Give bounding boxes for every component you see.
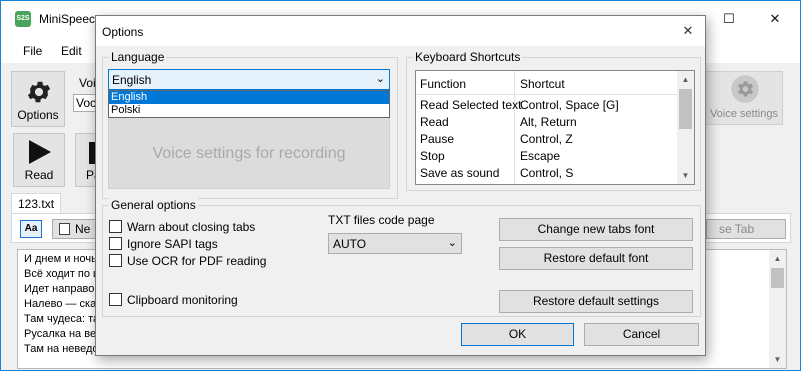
scroll-up-icon[interactable]: ▲ <box>769 250 786 267</box>
dialog-title: Options <box>102 25 144 39</box>
cell-shortcut: Control, S <box>520 166 574 180</box>
table-row[interactable]: Stop Escape <box>416 147 678 164</box>
chevron-down-icon: ⌄ <box>447 237 457 249</box>
language-dropdown-list: English Polski <box>108 90 390 118</box>
cell-function: Read <box>420 115 449 129</box>
language-option-english[interactable]: English <box>109 91 389 104</box>
cell-function: Save as sound <box>420 166 500 180</box>
checkbox-label: Warn about closing tabs <box>127 220 256 234</box>
text-line: Русалка на вет <box>24 328 101 340</box>
close-window-button[interactable]: ✕ <box>752 1 798 37</box>
text-line: Всё ходит по ц <box>24 268 100 280</box>
language-select[interactable]: English ⌄ <box>108 69 390 90</box>
column-header-function[interactable]: Function <box>420 77 466 91</box>
text-line: И днем и ночью <box>24 253 106 265</box>
pause-button[interactable]: Pa <box>75 133 101 187</box>
chevron-down-icon: ⌄ <box>375 73 385 85</box>
cell-function: Pause <box>420 132 455 146</box>
checkbox-box[interactable] <box>109 254 122 267</box>
maximize-button[interactable]: ☐ <box>706 1 752 37</box>
cell-shortcut: Alt, Return <box>520 115 577 129</box>
text-line: Идет направо – <box>24 283 104 295</box>
scroll-thumb[interactable] <box>771 268 784 288</box>
keyboard-shortcuts-label: Keyboard Shortcuts <box>413 50 523 64</box>
font-button[interactable]: Aa <box>20 220 42 238</box>
checkbox-label: Clipboard monitoring <box>127 293 238 307</box>
options-label: Options <box>17 108 59 122</box>
dialog-titlebar: Options ✕ <box>96 16 705 46</box>
close-tab-button[interactable]: se Tab <box>706 219 786 239</box>
cancel-button[interactable]: Cancel <box>584 323 699 346</box>
table-row[interactable]: Read Selected text Control, Space [G] <box>416 96 678 113</box>
cell-shortcut: Control, Z <box>520 132 573 146</box>
cell-function: Stop <box>420 149 445 163</box>
cell-function: Read Selected text <box>420 98 522 112</box>
gear-icon <box>27 81 51 103</box>
table-row[interactable]: Pause Control, Z <box>416 130 678 147</box>
new-tab-label: Ne <box>75 222 91 236</box>
language-group-label: Language <box>109 50 167 64</box>
shortcuts-table[interactable]: Function Shortcut Read Selected text Con… <box>415 70 695 185</box>
txt-code-page-value: AUTO <box>333 237 367 251</box>
document-scrollbar[interactable]: ▲ ▼ <box>769 250 786 368</box>
text-line: Там чудеса: та <box>24 313 100 325</box>
document-tab[interactable]: 123.txt <box>11 193 61 213</box>
menu-edit[interactable]: Edit <box>61 44 82 58</box>
ok-button[interactable]: OK <box>461 323 574 346</box>
read-button[interactable]: Read <box>13 133 65 187</box>
new-tab-icon <box>59 223 70 235</box>
menu-file[interactable]: File <box>23 44 42 58</box>
language-option-polski[interactable]: Polski <box>109 104 389 117</box>
checkbox-label: Use OCR for PDF reading <box>127 254 267 268</box>
options-dialog: Options ✕ Language Voice settings for re… <box>95 15 706 356</box>
app-title: MiniSpeec <box>39 12 96 26</box>
voice-label: Voi <box>79 76 96 90</box>
voice-select[interactable]: Voca <box>73 94 97 112</box>
column-header-shortcut[interactable]: Shortcut <box>520 77 565 91</box>
restore-default-font-button[interactable]: Restore default font <box>499 247 693 270</box>
shortcuts-scrollbar[interactable]: ▲ ▼ <box>677 71 694 184</box>
read-label: Read <box>24 168 54 182</box>
gear-icon <box>731 75 759 103</box>
txt-code-page-select[interactable]: AUTO ⌄ <box>328 233 462 254</box>
txt-code-page-label: TXT files code page <box>328 213 435 227</box>
scroll-down-icon[interactable]: ▼ <box>677 167 694 184</box>
table-row[interactable]: Save as sound Control, S <box>416 164 678 181</box>
language-selected-value: English <box>112 73 152 87</box>
change-tabs-font-button[interactable]: Change new tabs font <box>499 218 693 241</box>
pause-label: Pa <box>86 168 101 182</box>
general-options-label: General options <box>109 198 198 212</box>
dialog-close-button[interactable]: ✕ <box>671 16 705 46</box>
restore-default-settings-button[interactable]: Restore default settings <box>499 290 693 313</box>
checkbox-box[interactable] <box>109 220 122 233</box>
table-header: Function Shortcut <box>416 71 678 95</box>
voice-settings-label: Voice settings <box>710 108 778 120</box>
scroll-down-icon[interactable]: ▼ <box>769 351 786 368</box>
options-button[interactable]: Options <box>11 71 65 127</box>
scroll-up-icon[interactable]: ▲ <box>677 71 694 88</box>
play-icon <box>29 140 51 164</box>
checkbox-box[interactable] <box>109 237 122 250</box>
app-icon: S2S <box>15 11 31 27</box>
voice-recording-label: Voice settings for recording <box>152 145 346 162</box>
scroll-thumb[interactable] <box>679 89 692 129</box>
cell-shortcut: Escape <box>520 149 561 163</box>
cell-shortcut: Control, Space [G] <box>520 98 619 112</box>
text-line: Там на неведом <box>24 343 107 355</box>
text-line: Налево — сказ <box>24 298 102 310</box>
voice-settings-button[interactable]: Voice settings <box>705 71 783 125</box>
table-row[interactable]: Read Alt, Return <box>416 113 678 130</box>
checkbox-label: Ignore SAPI tags <box>127 237 218 251</box>
checkbox-box[interactable] <box>109 293 122 306</box>
